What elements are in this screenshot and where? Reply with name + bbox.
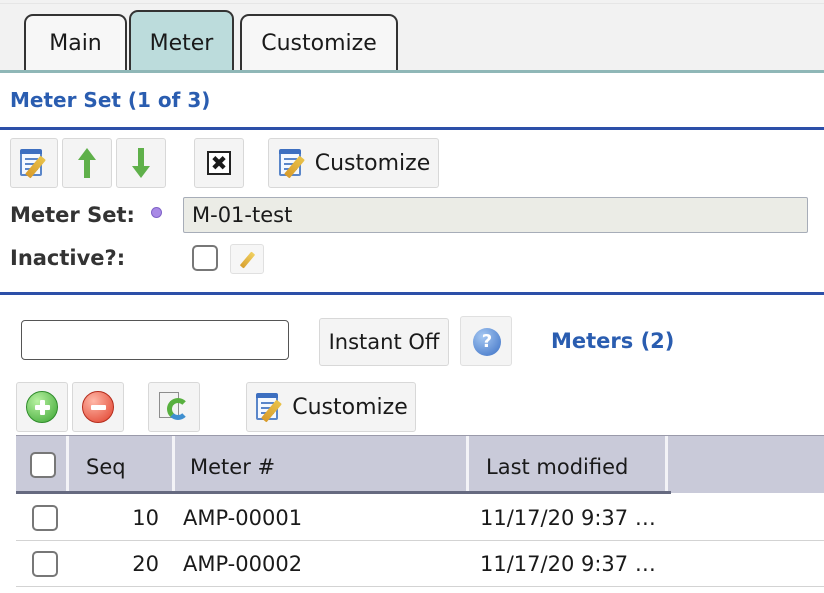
add-meter-button[interactable] — [16, 382, 68, 432]
meter-set-label: Meter Set: — [10, 203, 135, 227]
delete-button[interactable]: ✖ — [194, 138, 244, 188]
inactive-label: Inactive?: — [10, 246, 126, 270]
tab-underline — [0, 70, 824, 73]
customize-icon — [254, 391, 286, 423]
help-button[interactable]: ? — [460, 316, 512, 366]
arrow-up-icon — [78, 148, 96, 178]
row-checkbox[interactable] — [32, 505, 58, 531]
cell-last-modified: 11/17/20 9:37 … — [480, 552, 656, 576]
column-header-last-modified[interactable]: Last modified — [486, 436, 628, 494]
cell-seq: 10 — [132, 506, 159, 530]
cell-meter: AMP-00002 — [183, 552, 303, 576]
section-divider — [0, 292, 824, 295]
remove-meter-button[interactable] — [72, 382, 124, 432]
arrow-down-icon — [132, 148, 150, 178]
meter-set-title: Meter Set (1 of 3) — [10, 88, 211, 112]
cell-last-modified: 11/17/20 9:37 … — [480, 506, 656, 530]
delete-icon: ✖ — [207, 151, 231, 175]
cell-seq: 20 — [132, 552, 159, 576]
cell-meter: AMP-00001 — [183, 506, 303, 530]
edit-icon — [18, 147, 50, 179]
table-row[interactable]: 10 AMP-00001 11/17/20 9:37 … — [16, 495, 824, 541]
refresh-icon — [157, 390, 191, 424]
meters-search-input[interactable] — [21, 320, 289, 360]
tab-bar-top-line — [0, 3, 824, 4]
select-all-checkbox[interactable] — [30, 452, 56, 478]
column-header-meter[interactable]: Meter # — [190, 436, 275, 494]
customize-button-label: Customize — [314, 150, 431, 176]
tab-main[interactable]: Main — [24, 14, 127, 72]
inactive-checkbox[interactable] — [192, 245, 218, 271]
move-up-button[interactable] — [62, 138, 112, 188]
column-header-seq[interactable]: Seq — [86, 436, 126, 494]
meter-set-input[interactable] — [183, 197, 808, 233]
meters-customize-button[interactable]: Customize — [246, 382, 416, 432]
customize-icon — [277, 147, 309, 179]
tab-customize[interactable]: Customize — [240, 14, 398, 72]
row-checkbox[interactable] — [32, 551, 58, 577]
move-down-button[interactable] — [116, 138, 166, 188]
refresh-button[interactable] — [148, 382, 200, 432]
help-icon: ? — [473, 328, 501, 356]
add-icon — [26, 391, 58, 423]
table-header: Seq Meter # Last modified — [16, 435, 824, 494]
tab-bar: Main Meter Customize — [0, 0, 824, 73]
meters-title: Meters (2) — [551, 329, 675, 353]
customize-button[interactable]: Customize — [268, 138, 439, 188]
required-indicator — [151, 207, 162, 218]
instant-off-label: Instant Off — [328, 330, 440, 354]
instant-off-button[interactable]: Instant Off — [319, 318, 449, 366]
meters-customize-label: Customize — [292, 394, 408, 420]
edit-button[interactable] — [10, 138, 58, 188]
table-row[interactable]: 20 AMP-00002 11/17/20 9:37 … — [16, 541, 824, 587]
edit-pencil-icon[interactable] — [230, 244, 264, 274]
tab-meter[interactable]: Meter — [129, 10, 234, 72]
section-divider — [0, 127, 824, 130]
remove-icon — [82, 391, 114, 423]
